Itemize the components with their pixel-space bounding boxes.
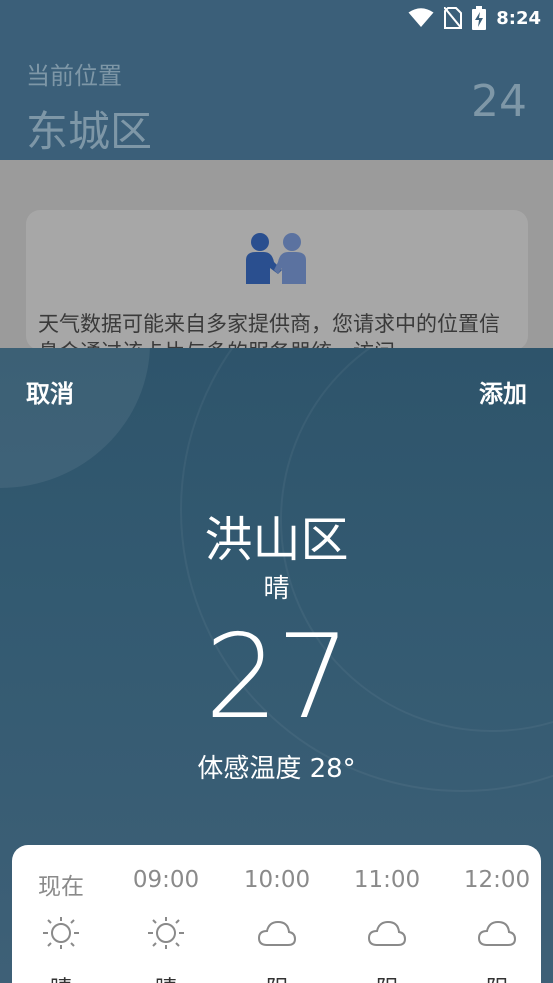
sun-icon	[41, 915, 81, 951]
forecast-condition: 阴	[442, 971, 552, 983]
add-button[interactable]: 添加	[479, 374, 527, 409]
no-sim-icon	[444, 7, 463, 29]
sun-icon	[146, 915, 186, 951]
hourly-forecast-panel: 现在 晴 09:00 晴 10:00 阴 11:00 阴	[12, 845, 541, 983]
city-name: 洪山区	[204, 512, 349, 568]
handshake-icon	[244, 232, 308, 288]
notice-text: 天气数据可能来自多家提供商，您请求中的位置信息会通过该卡片与多的服务器统一访问	[38, 312, 500, 350]
current-location-label: 当前位置	[26, 62, 122, 90]
forecast-time: 12:00	[463, 867, 531, 893]
forecast-condition: 晴	[6, 971, 116, 983]
feels-like-temperature: 体感温度 28°	[197, 754, 356, 784]
forecast-time: 10:00	[243, 867, 311, 893]
forecast-time: 09:00	[132, 867, 200, 893]
current-location-name: 东城区	[26, 107, 153, 156]
forecast-condition: 阴	[222, 971, 332, 983]
forecast-condition: 晴	[111, 971, 221, 983]
add-location-sheet: 取消 添加 洪山区 晴 27 体感温度 28° 现在 晴 09:00 晴 10:…	[0, 348, 553, 983]
weather-condition: 晴	[263, 574, 290, 604]
cancel-button[interactable]: 取消	[26, 374, 74, 409]
current-temperature: 24	[471, 76, 527, 127]
cloud-icon	[477, 915, 517, 951]
forecast-time: 现在	[38, 874, 84, 900]
decorative-circle	[0, 348, 150, 488]
data-provider-notice-card: 天气数据可能来自多家提供商，您请求中的位置信息会通过该卡片与多的服务器统一访问	[26, 210, 528, 350]
forecast-condition: 阴	[332, 971, 442, 983]
cloud-icon	[257, 915, 297, 951]
battery-charging-icon	[472, 6, 487, 30]
cloud-icon	[367, 915, 407, 951]
wifi-icon	[408, 8, 434, 28]
clock-time: 8:24	[496, 7, 541, 29]
forecast-time: 11:00	[353, 867, 421, 893]
temperature-value: 27	[204, 610, 351, 745]
status-bar: 8:24	[0, 0, 553, 36]
